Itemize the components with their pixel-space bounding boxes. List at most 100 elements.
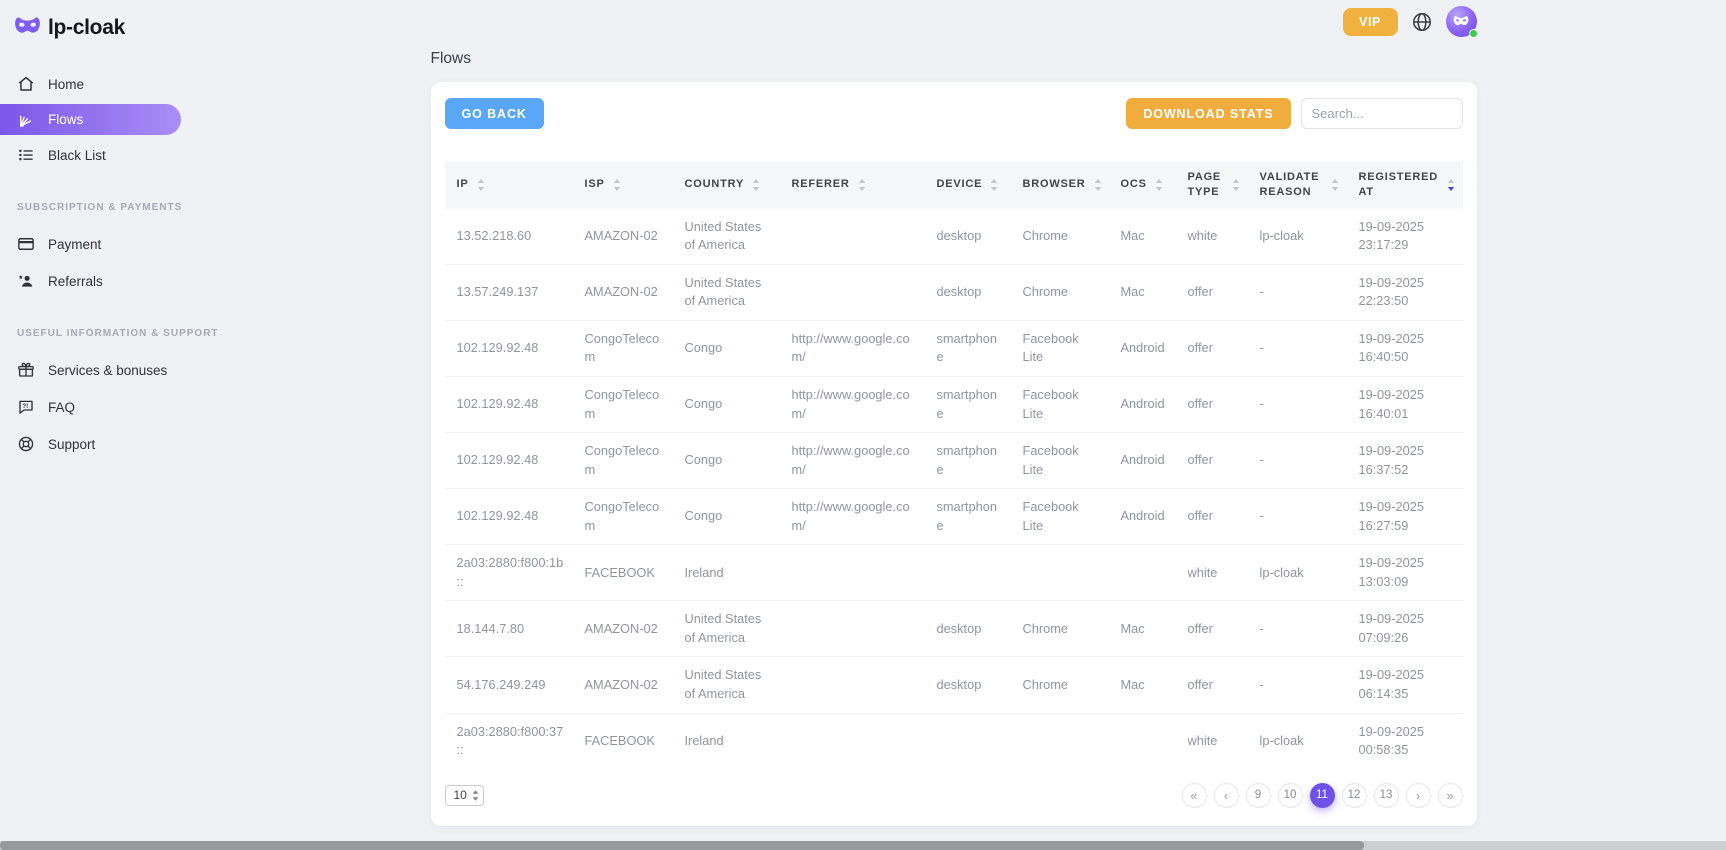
table-cell (780, 209, 925, 265)
table-cell: Mac (1109, 209, 1176, 265)
table-cell (780, 545, 925, 601)
table-cell: - (1248, 376, 1347, 432)
sidebar-item-services-bonuses[interactable]: Services & bonuses (0, 353, 181, 387)
sidebar-item-referrals[interactable]: Referrals (0, 264, 181, 298)
column-header-ip[interactable]: IP (445, 161, 573, 209)
payment-icon (17, 235, 35, 253)
table-cell: 13.57.249.137 (445, 264, 573, 320)
sort-icon (1447, 179, 1455, 191)
table-cell: CongoTelecom (573, 320, 673, 376)
vip-button[interactable]: VIP (1343, 8, 1398, 36)
sidebar-item-label: Referrals (48, 274, 103, 289)
avatar[interactable] (1446, 6, 1477, 37)
sort-icon (477, 179, 485, 191)
mask-icon (14, 14, 41, 41)
sidebar-section: SUBSCRIPTION & PAYMENTS Payment Referrals (0, 202, 181, 298)
table-cell: Chrome (1011, 601, 1109, 657)
table-cell: FACEBOOK (573, 713, 673, 769)
sort-icon (990, 179, 998, 191)
table-cell: Android (1109, 376, 1176, 432)
column-label: REGISTERED AT (1359, 170, 1439, 200)
page-button-11[interactable]: 11 (1310, 783, 1335, 808)
column-header-isp[interactable]: ISP (573, 161, 673, 209)
table-cell: 19-09-2025 22:23:50 (1347, 264, 1463, 320)
table-cell: - (1248, 433, 1347, 489)
page-size-select[interactable]: 10 (445, 785, 484, 806)
table-cell: 102.129.92.48 (445, 433, 573, 489)
table-cell: lp-cloak (1248, 545, 1347, 601)
sidebar-item-label: Services & bonuses (48, 363, 167, 378)
sidebar-item-payment[interactable]: Payment (0, 227, 181, 261)
last-page-button[interactable]: » (1438, 783, 1463, 808)
table-row: 2a03:2880:f800:37::FACEBOOKIrelandwhitel… (445, 713, 1463, 769)
search-input[interactable] (1301, 98, 1463, 129)
pagination-row: 10 « ‹ 9 10 11 12 13 › » (445, 783, 1463, 808)
column-header-referer[interactable]: REFERER (780, 161, 925, 209)
flows-card: GO BACK DOWNLOAD STATS IP ISPCOUNTRYREFER… (431, 82, 1477, 826)
sidebar-section: USEFUL INFORMATION & SUPPORT Services & b… (0, 328, 181, 461)
table-cell: 19-09-2025 16:37:52 (1347, 433, 1463, 489)
table-cell: 2a03:2880:f800:37:: (445, 713, 573, 769)
section-heading: USEFUL INFORMATION & SUPPORT (0, 328, 181, 339)
table-cell: offer (1176, 657, 1248, 713)
table-cell: 19-09-2025 16:40:50 (1347, 320, 1463, 376)
next-page-button[interactable]: › (1406, 783, 1431, 808)
table-cell: 2a03:2880:f800:1b:: (445, 545, 573, 601)
faq-icon: ?! (17, 398, 35, 416)
pager: « ‹ 9 10 11 12 13 › » (1182, 783, 1463, 808)
flows-table: IP ISPCOUNTRYREFERERDEVICE BROWSER OCS PAGE … (445, 161, 1463, 769)
section-heading: SUBSCRIPTION & PAYMENTS (0, 202, 181, 213)
page-button-10[interactable]: 10 (1278, 783, 1303, 808)
table-cell: - (1248, 657, 1347, 713)
table-cell (780, 713, 925, 769)
table-cell: - (1248, 320, 1347, 376)
table-cell: Ireland (673, 545, 780, 601)
column-header-country[interactable]: COUNTRY (673, 161, 780, 209)
sidebar-item-label: Black List (48, 148, 106, 163)
go-back-button[interactable]: GO BACK (445, 98, 544, 129)
brand-logo[interactable]: lp-cloak (0, 10, 181, 41)
table-cell: Congo (673, 433, 780, 489)
sidebar-item-home[interactable]: Home (0, 67, 181, 101)
table-row: 18.144.7.80AMAZON-02United States of Ame… (445, 601, 1463, 657)
table-cell: CongoTelecom (573, 376, 673, 432)
column-header-validate-reason[interactable]: VALIDATE REASON (1248, 161, 1347, 209)
table-cell: lp-cloak (1248, 209, 1347, 265)
table-row: 102.129.92.48CongoTelecomCongohttp://www… (445, 433, 1463, 489)
prev-page-button[interactable]: ‹ (1214, 783, 1239, 808)
page-button-9[interactable]: 9 (1246, 783, 1271, 808)
column-header-registered-at[interactable]: REGISTERED AT (1347, 161, 1463, 209)
table-cell: 18.144.7.80 (445, 601, 573, 657)
column-header-device[interactable]: DEVICE (925, 161, 1011, 209)
table-cell: Mac (1109, 264, 1176, 320)
column-label: IP (457, 177, 469, 192)
table-cell: - (1248, 601, 1347, 657)
table-cell: Congo (673, 376, 780, 432)
table-cell (1011, 713, 1109, 769)
sidebar-nav-main: HomeFlows Black List (0, 67, 181, 172)
sidebar-item-black-list[interactable]: Black List (0, 138, 181, 172)
column-header-browser[interactable]: BROWSER (1011, 161, 1109, 209)
first-page-button[interactable]: « (1182, 783, 1207, 808)
page-button-13[interactable]: 13 (1374, 783, 1399, 808)
table-cell: 19-09-2025 23:17:29 (1347, 209, 1463, 265)
table-cell: CongoTelecom (573, 489, 673, 545)
sidebar-item-flows[interactable]: Flows (0, 104, 181, 135)
page-title: Flows (431, 50, 1477, 68)
sidebar-item-support[interactable]: Support (0, 427, 181, 461)
column-label: BROWSER (1023, 177, 1086, 192)
table-cell: 13.52.218.60 (445, 209, 573, 265)
column-header-page-type[interactable]: PAGE TYPE (1176, 161, 1248, 209)
page-button-12[interactable]: 12 (1342, 783, 1367, 808)
table-body: 13.52.218.60AMAZON-02United States of Am… (445, 209, 1463, 769)
column-label: OCS (1121, 177, 1147, 192)
sidebar-item-label: Payment (48, 237, 101, 252)
table-cell: desktop (925, 601, 1011, 657)
table-cell (780, 657, 925, 713)
table-cell: United States of America (673, 264, 780, 320)
download-stats-button[interactable]: DOWNLOAD STATS (1126, 98, 1290, 129)
sidebar-item-faq[interactable]: ?!FAQ (0, 390, 181, 424)
scrollbar-thumb[interactable] (0, 841, 1364, 850)
column-header-ocs[interactable]: OCS (1109, 161, 1176, 209)
globe-icon[interactable] (1411, 11, 1433, 33)
